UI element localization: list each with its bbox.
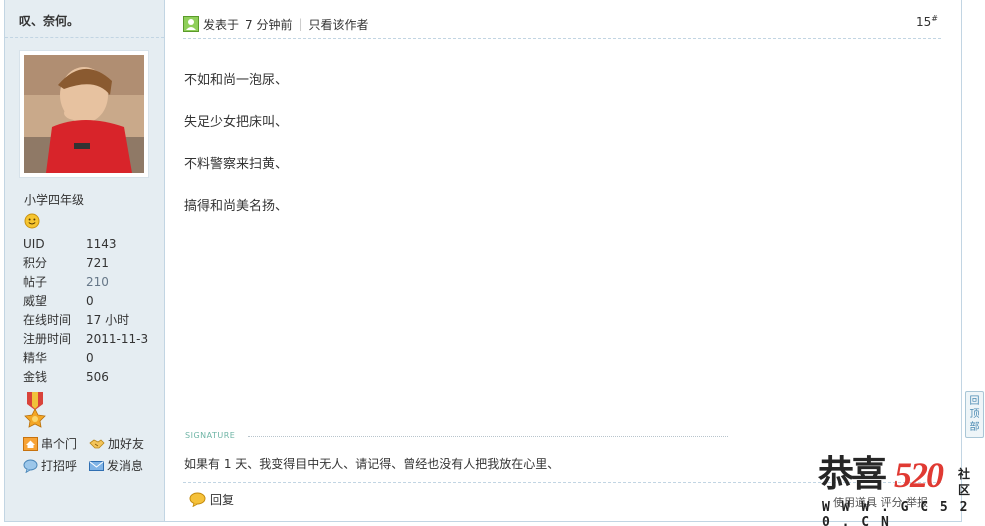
medal-icon[interactable]: [24, 392, 46, 428]
avatar[interactable]: [19, 50, 149, 178]
post-line: 不料警察来扫黄、: [184, 157, 289, 172]
only-author-link[interactable]: 只看该作者: [309, 16, 369, 33]
stat-online-time: 在线时间 17 小时: [23, 313, 130, 327]
watermark-number: 520: [894, 455, 944, 495]
post-line: 失足少女把床叫、: [184, 115, 289, 130]
stat-digest: 精华 0: [23, 351, 94, 365]
stat-uid: UID 1143: [23, 237, 117, 251]
stat-register-date: 注册时间 2011-11-3: [23, 332, 149, 346]
stat-prestige: 威望 0: [23, 294, 94, 308]
reply-icon: [189, 492, 206, 507]
user-online-icon: [183, 16, 199, 32]
stat-points: 积分 721: [23, 256, 109, 270]
stat-posts: 帖子 210: [23, 273, 148, 292]
author-sidebar: 叹、奈何。 小学四年级 UID 1143 积分 721 帖子 210 威望 0 …: [5, 0, 165, 521]
divider: [248, 436, 728, 437]
post-line: 搞得和尚美名扬、: [184, 199, 289, 214]
watermark-brand: 恭喜: [818, 453, 887, 495]
chat-bubble-icon: [23, 459, 38, 473]
author-name[interactable]: 叹、奈何。: [19, 12, 79, 29]
poke-link[interactable]: 打招呼: [23, 457, 77, 474]
floor-number[interactable]: 15#: [916, 14, 938, 29]
smiley-rank-icon: [24, 213, 40, 229]
avatar-image: [24, 55, 144, 173]
post-content: 不如和尚一泡尿、 失足少女把床叫、 不料警察来扫黄、 搞得和尚美名扬、: [184, 70, 924, 238]
post-line: 不如和尚一泡尿、: [184, 73, 289, 88]
posted-prefix: 发表于: [203, 17, 240, 32]
mail-icon: [89, 460, 104, 471]
post-main: 发表于 7 分钟前 | 只看该作者 15# 不如和尚一泡尿、 失足少女把床叫、 …: [166, 0, 962, 521]
divider: |: [298, 17, 303, 31]
send-message-link[interactable]: 发消息: [89, 457, 143, 474]
watermark-side: 社区: [958, 467, 971, 497]
visit-space-link[interactable]: 串个门: [23, 435, 77, 452]
divider: [5, 37, 164, 38]
back-to-top-button[interactable]: 回顶部: [965, 391, 984, 438]
divider: [183, 38, 941, 39]
posted-time: 7 分钟前: [245, 17, 293, 32]
signature-label: SIGNATURE: [185, 431, 236, 440]
signature-text: 如果有 1 天、我变得目中无人、请记得、曾经也没有人把我放在心里、: [184, 457, 560, 471]
posts-link[interactable]: 210: [86, 273, 109, 292]
site-watermark: 恭喜 520 社区 W W W . G C 5 2 0 . C N: [818, 452, 978, 526]
user-group[interactable]: 小学四年级: [24, 191, 84, 208]
stat-money: 金钱 506: [23, 370, 109, 384]
add-friend-link[interactable]: 加好友: [89, 435, 144, 452]
reply-button[interactable]: 回复: [189, 491, 234, 508]
author-stats: UID 1143 积分 721 帖子 210 威望 0 在线时间 17 小时 注…: [23, 235, 148, 387]
handshake-icon: [89, 438, 105, 448]
post-card: 叹、奈何。 小学四年级 UID 1143 积分 721 帖子 210 威望 0 …: [4, 0, 962, 522]
post-meta: 发表于 7 分钟前 | 只看该作者: [183, 12, 942, 36]
home-icon: [23, 436, 38, 451]
watermark-url: W W W . G C 5 2 0 . C N: [822, 500, 970, 526]
